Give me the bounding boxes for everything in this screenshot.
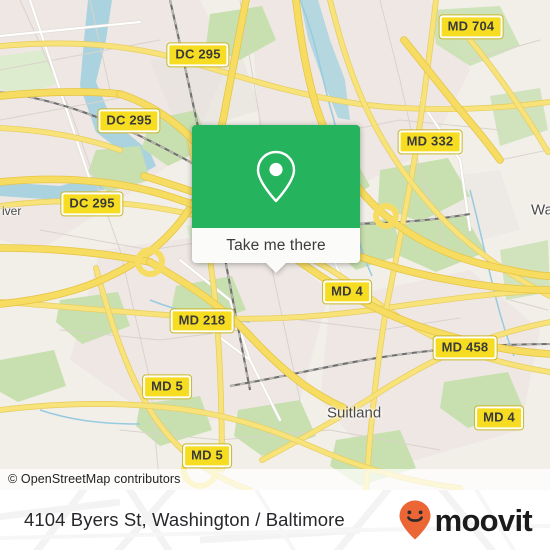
place-label: Suitland <box>327 404 382 422</box>
card-pin-area <box>192 125 360 228</box>
road-shield-label: MD 218 <box>178 312 226 328</box>
road-shield: MD 4 <box>322 279 372 305</box>
road-shield-label: DC 295 <box>106 112 152 128</box>
card-pointer-arrow <box>265 262 287 273</box>
moovit-logo[interactable]: moovit <box>398 499 533 541</box>
take-me-there-label: Take me there <box>226 236 326 254</box>
road-shield: MD 5 <box>182 443 232 469</box>
take-me-there-button[interactable]: Take me there <box>192 228 360 273</box>
road-shield: DC 295 <box>166 42 230 68</box>
road-shield-label: MD 704 <box>447 18 495 34</box>
moovit-smile-pin-icon <box>399 500 431 540</box>
road-shield-label: DC 295 <box>69 195 115 211</box>
address-label: 4104 Byers St, Washington / Baltimore <box>24 509 345 530</box>
road-shield-label: DC 295 <box>175 46 221 62</box>
road-shield: MD 704 <box>438 14 504 40</box>
road-shield-label: MD 4 <box>483 409 515 425</box>
map-pin-icon <box>256 150 296 202</box>
road-shield: MD 4 <box>474 405 524 431</box>
road-shield-label: MD 5 <box>151 378 183 394</box>
moovit-wordmark: moovit <box>434 502 533 538</box>
place-label: Wa <box>531 201 550 219</box>
destination-card[interactable]: Take me there <box>192 125 360 273</box>
road-shield: MD 218 <box>169 308 235 334</box>
road-shield: DC 295 <box>60 191 124 217</box>
place-label: iver <box>2 204 22 218</box>
road-shield: MD 5 <box>142 374 192 400</box>
road-shield: DC 295 <box>97 108 161 134</box>
road-shield-label: MD 332 <box>406 133 454 149</box>
road-shield-label: MD 458 <box>441 339 489 355</box>
road-shield-label: MD 4 <box>331 283 363 299</box>
moovit-map-screenshot: .w{fill:#aad3df} .forest{fill:#c8e0b0} .… <box>0 0 550 550</box>
road-shield: MD 458 <box>432 335 498 361</box>
osm-attribution[interactable]: © OpenStreetMap contributors <box>0 469 550 490</box>
bottom-bar: 4104 Byers St, Washington / Baltimore mo… <box>0 490 550 550</box>
road-shield-label: MD 5 <box>191 447 223 463</box>
road-shield: MD 332 <box>397 129 463 155</box>
